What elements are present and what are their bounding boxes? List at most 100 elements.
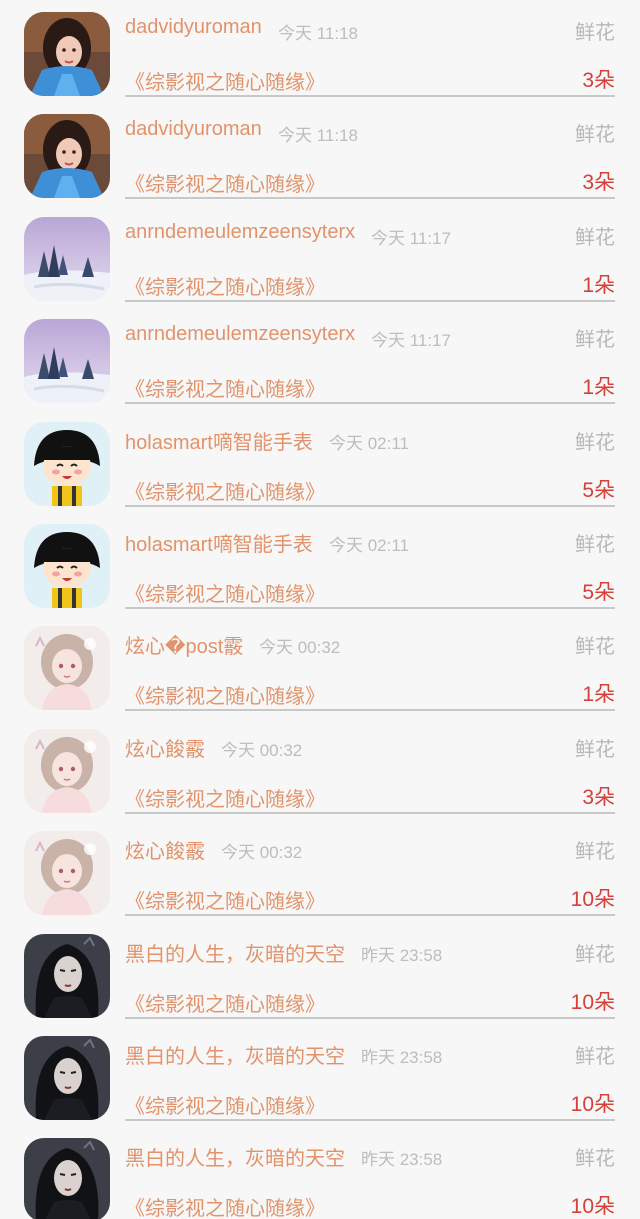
anime-girl-icon: [24, 729, 110, 813]
flower-count: 5朵: [582, 479, 615, 502]
avatar[interactable]: [24, 422, 110, 506]
avatar[interactable]: [24, 831, 110, 915]
divider: [125, 1119, 615, 1121]
list-item[interactable]: dadvidyuroman 今天 11:18 鲜花《综影视之随心随缘》 3朵: [0, 0, 640, 102]
flower-gift-list: dadvidyuroman 今天 11:18 鲜花 《综影视之随心随缘》 3朵 dadv…: [0, 0, 640, 1219]
flower-count: 1朵: [582, 683, 615, 706]
timestamp: 今天 02:11: [329, 434, 410, 453]
work-title-link[interactable]: 《综影视之随心随缘》: [125, 1192, 325, 1219]
timestamp: 今天 11:17: [371, 331, 452, 350]
avatar[interactable]: [24, 934, 110, 1018]
flower-count: 10朵: [570, 888, 615, 911]
dark-warrior-icon: [24, 934, 110, 1018]
divider: [125, 95, 615, 97]
list-item[interactable]: 黑白的人生，灰暗的天空 昨天 23:58 鲜花 《综影视之随心随缘》 10朵: [0, 1126, 640, 1219]
avatar[interactable]: [24, 729, 110, 813]
work-title-link[interactable]: 《综影视之随心随缘》: [125, 783, 325, 812]
avatar[interactable]: [24, 114, 110, 198]
gift-type-label: 鲜花: [575, 1046, 615, 1068]
user-name[interactable]: 炫心餕霰: [125, 835, 205, 864]
user-name[interactable]: anrndemeulemzeensyterx: [125, 323, 355, 346]
user-name[interactable]: 黑白的人生，灰暗的天空: [125, 1040, 345, 1069]
girl-blue-icon: [24, 12, 110, 96]
gift-type-label: 鲜花: [575, 534, 615, 556]
avatar[interactable]: [24, 626, 110, 710]
work-title-link[interactable]: 《综影视之随心随缘》: [125, 988, 325, 1017]
gift-type-label: 鲜花: [575, 636, 615, 658]
work-title-link[interactable]: 《综影视之随心随缘》: [125, 373, 325, 402]
list-item[interactable]: holasmart嘀智能手表 今天 02:11 鲜花《综影视之随心随缘》 5朵: [0, 512, 640, 614]
avatar[interactable]: [24, 524, 110, 608]
divider: [125, 709, 615, 711]
timestamp: 昨天 23:58: [361, 1048, 443, 1067]
divider: [125, 1017, 615, 1019]
gift-type-label: 鲜花: [575, 329, 615, 351]
flower-count: 3朵: [582, 69, 615, 92]
list-item[interactable]: holasmart嘀智能手表 今天 02:11 鲜花《综影视之随心随缘》 5朵: [0, 410, 640, 512]
avatar[interactable]: [24, 319, 110, 403]
flower-count: 5朵: [582, 581, 615, 604]
timestamp: 今天 00:32: [259, 638, 341, 657]
flower-count: 1朵: [582, 376, 615, 399]
gift-type-label: 鲜花: [575, 22, 615, 44]
work-title-link[interactable]: 《综影视之随心随缘》: [125, 271, 325, 300]
work-title-link[interactable]: 《综影视之随心随缘》: [125, 168, 325, 197]
work-title-link[interactable]: 《综影视之随心随缘》: [125, 66, 325, 95]
anime-girl-icon: [24, 626, 110, 710]
work-title-link[interactable]: 《综影视之随心随缘》: [125, 1090, 325, 1119]
gift-type-label: 鲜花: [575, 739, 615, 761]
list-item[interactable]: anrndemeulemzeensyterx 今天 11:17 鲜花 《综影视之随心随…: [0, 205, 640, 307]
work-title-link[interactable]: 《综影视之随心随缘》: [125, 578, 325, 607]
girl-blue-icon: [24, 114, 110, 198]
user-name[interactable]: dadvidyuroman: [125, 16, 262, 39]
gift-type-label: 鲜花: [575, 432, 615, 454]
timestamp: 今天 11:18: [278, 126, 359, 145]
user-name[interactable]: holasmart嘀智能手表: [125, 528, 313, 557]
list-item[interactable]: 炫心�post霰 今天 00:32 鲜花《综影视之随心随缘》 1朵: [0, 614, 640, 716]
avatar[interactable]: [24, 1036, 110, 1120]
list-item[interactable]: anrndemeulemzeensyterx 今天 11:17 鲜花《综影视之随心随…: [0, 307, 640, 409]
work-title-link[interactable]: 《综影视之随心随缘》: [125, 476, 325, 505]
divider: [125, 197, 615, 199]
user-name[interactable]: 黑白的人生，灰暗的天空: [125, 938, 345, 967]
timestamp: 今天 02:11: [329, 536, 410, 555]
dark-warrior-icon: [24, 1036, 110, 1120]
gift-type-label: 鲜花: [575, 841, 615, 863]
user-name[interactable]: anrndemeulemzeensyterx: [125, 221, 355, 244]
list-item[interactable]: 黑白的人生，灰暗的天空 昨天 23:58 鲜花 《综影视之随心随缘》 10朵: [0, 922, 640, 1024]
timestamp: 今天 00:32: [221, 741, 303, 760]
gift-type-label: 鲜花: [575, 124, 615, 146]
divider: [125, 402, 615, 404]
timestamp: 今天 00:32: [221, 843, 303, 862]
timestamp: 今天 11:18: [278, 24, 359, 43]
timestamp: 昨天 23:58: [361, 946, 443, 965]
cartoon-girl-icon: [24, 524, 110, 608]
avatar[interactable]: [24, 1138, 110, 1219]
list-item[interactable]: 炫心餕霰 今天 00:32 鲜花《综影视之随心随缘》 10朵: [0, 819, 640, 921]
user-name[interactable]: 炫心�post霰: [125, 630, 243, 659]
work-title-link[interactable]: 《综影视之随心随缘》: [125, 680, 325, 709]
avatar[interactable]: [24, 12, 110, 96]
snow-landscape-icon: [24, 319, 110, 403]
user-name[interactable]: 黑白的人生，灰暗的天空: [125, 1142, 345, 1171]
user-name[interactable]: 炫心餕霰: [125, 733, 205, 762]
user-name[interactable]: holasmart嘀智能手表: [125, 426, 313, 455]
timestamp: 昨天 23:58: [361, 1150, 443, 1169]
anime-girl-icon: [24, 831, 110, 915]
flower-count: 10朵: [570, 1093, 615, 1116]
list-item[interactable]: dadvidyuroman 今天 11:18 鲜花《综影视之随心随缘》 3朵: [0, 102, 640, 204]
gift-type-label: 鲜花: [575, 227, 615, 249]
user-name[interactable]: dadvidyuroman: [125, 118, 262, 141]
flower-count: 1朵: [582, 274, 615, 297]
divider: [125, 505, 615, 507]
cartoon-girl-icon: [24, 422, 110, 506]
list-item[interactable]: 炫心餕霰 今天 00:32 鲜花《综影视之随心随缘》 3朵: [0, 717, 640, 819]
avatar[interactable]: [24, 217, 110, 301]
flower-count: 3朵: [582, 171, 615, 194]
divider: [125, 300, 615, 302]
work-title-link[interactable]: 《综影视之随心随缘》: [125, 885, 325, 914]
flower-count: 3朵: [582, 786, 615, 809]
list-item[interactable]: 黑白的人生，灰暗的天空 昨天 23:58 鲜花《综影视之随心随缘》 10朵: [0, 1024, 640, 1126]
flower-count: 10朵: [570, 991, 615, 1014]
snow-landscape-icon: [24, 217, 110, 301]
